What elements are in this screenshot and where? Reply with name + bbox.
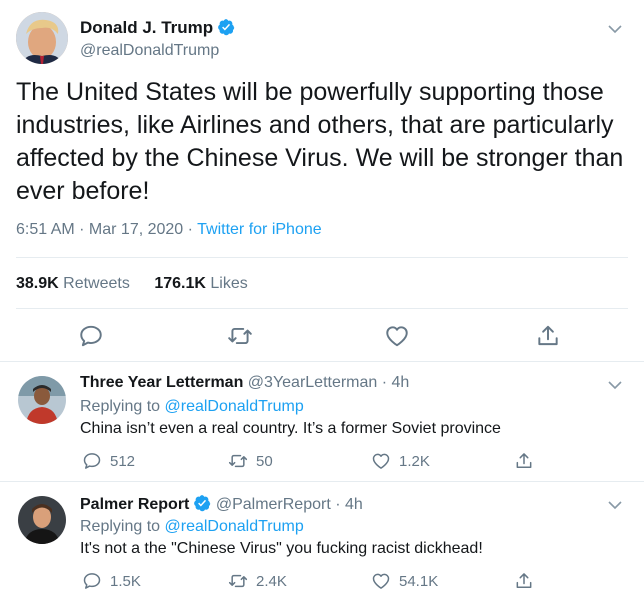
avatar-image	[18, 376, 66, 424]
chevron-down-icon[interactable]	[608, 24, 622, 34]
like-button[interactable]: 1.2K	[371, 451, 430, 471]
author-name[interactable]: Palmer Report	[80, 496, 189, 513]
author-handle[interactable]: @realDonaldTrump	[80, 42, 219, 60]
retweet-icon[interactable]	[227, 323, 253, 349]
tweet-text: It's not a the "Chinese Virus" you fucki…	[80, 540, 483, 557]
divider	[16, 257, 628, 258]
replying-to-label: Replying to	[80, 398, 165, 415]
retweet-icon	[228, 574, 248, 588]
avatar-image	[18, 496, 66, 544]
tweet-source-link[interactable]: Twitter for iPhone	[197, 221, 322, 238]
tweet-stats: 38.9K Retweets 176.1K Likes	[16, 275, 268, 293]
reply-button[interactable]: 512	[82, 451, 135, 471]
mention-link[interactable]: @realDonaldTrump	[165, 398, 304, 415]
reply-count: 512	[110, 452, 136, 470]
avatar-image	[16, 12, 68, 64]
chevron-down-icon[interactable]	[608, 380, 622, 390]
likes-stat[interactable]: 176.1K Likes	[154, 275, 247, 292]
reply-count: 1.5K	[110, 572, 141, 590]
share-button[interactable]	[514, 571, 542, 591]
retweet-icon	[228, 454, 248, 468]
chevron-down-icon[interactable]	[608, 500, 622, 510]
author-name[interactable]: Donald J. Trump	[80, 18, 235, 38]
avatar[interactable]	[18, 376, 66, 424]
main-tweet: Donald J. Trump @realDonaldTrump The Uni…	[0, 0, 644, 362]
reply-icon	[83, 453, 101, 469]
author-handle-time[interactable]: @3YearLetterman · 4h	[248, 374, 410, 391]
like-icon[interactable]	[384, 323, 410, 349]
reply-button[interactable]: 1.5K	[82, 571, 141, 591]
tweet-text: China isn’t even a real country. It’s a …	[80, 420, 501, 437]
share-icon	[516, 453, 532, 468]
share-button[interactable]	[514, 451, 542, 471]
mention-link[interactable]: @realDonaldTrump	[165, 518, 304, 535]
retweets-count: 38.9K	[16, 275, 59, 292]
replying-to: Replying to @realDonaldTrump	[80, 518, 304, 536]
author-name[interactable]: Three Year Letterman	[80, 374, 243, 391]
share-icon	[516, 573, 532, 588]
tweet-meta: 6:51 AM · Mar 17, 2020 · Twitter for iPh…	[16, 221, 322, 239]
retweet-button[interactable]: 2.4K	[228, 571, 287, 591]
reply-tweet: Three Year Letterman @3YearLetterman · 4…	[0, 362, 644, 482]
avatar[interactable]	[16, 12, 68, 64]
retweets-stat[interactable]: 38.9K Retweets	[16, 275, 130, 292]
verified-badge-icon	[194, 495, 211, 512]
share-icon[interactable]	[535, 323, 561, 349]
reply-icon	[83, 573, 101, 589]
tweet-text: The United States will be powerfully sup…	[16, 78, 624, 205]
replying-to-label: Replying to	[80, 518, 165, 535]
retweet-button[interactable]: 50	[228, 451, 273, 471]
like-icon	[372, 573, 390, 589]
replying-to: Replying to @realDonaldTrump	[80, 398, 304, 416]
reply-tweet: Palmer Report @PalmerReport · 4h Replyin…	[0, 482, 644, 602]
verified-badge-icon	[218, 19, 235, 36]
avatar[interactable]	[18, 496, 66, 544]
reply-header: Palmer Report @PalmerReport · 4h	[80, 494, 363, 514]
reply-header: Three Year Letterman @3YearLetterman · 4…	[80, 374, 409, 392]
like-icon	[372, 453, 390, 469]
likes-count: 176.1K	[154, 275, 206, 292]
divider	[16, 308, 628, 309]
retweets-label: Retweets	[63, 275, 130, 292]
retweet-count: 50	[256, 452, 273, 470]
like-button[interactable]: 54.1K	[371, 571, 438, 591]
tweet-timestamp[interactable]: 6:51 AM · Mar 17, 2020 ·	[16, 221, 197, 238]
reply-icon[interactable]	[78, 323, 104, 349]
like-count: 54.1K	[399, 572, 439, 590]
like-count: 1.2K	[399, 452, 430, 470]
likes-label: Likes	[210, 275, 248, 292]
author-name-text[interactable]: Donald J. Trump	[80, 18, 213, 37]
retweet-count: 2.4K	[256, 572, 287, 590]
author-handle-time[interactable]: @PalmerReport · 4h	[216, 496, 363, 513]
